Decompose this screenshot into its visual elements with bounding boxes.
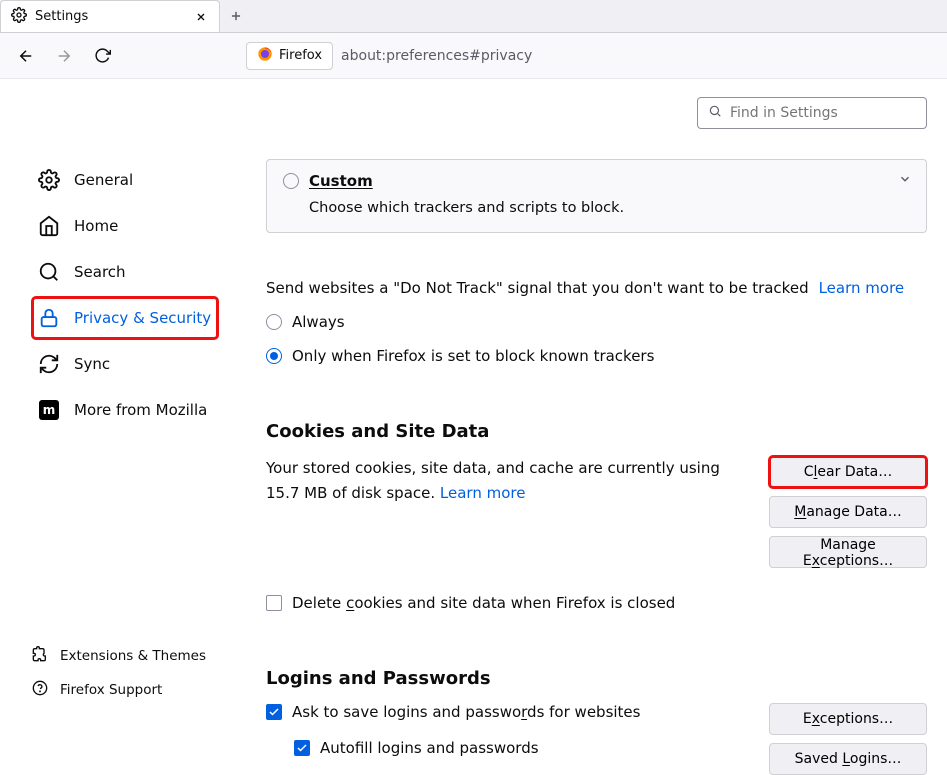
settings-main-panel: Custom Choose which trackers and scripts… (236, 159, 947, 775)
sidebar-bottom-label: Firefox Support (60, 682, 162, 698)
cookies-learn-more-link[interactable]: Learn more (440, 484, 526, 502)
identity-box[interactable]: Firefox (246, 42, 333, 70)
mozilla-icon: m (38, 399, 60, 421)
logins-exceptions-button[interactable]: Exceptions… (769, 703, 927, 735)
find-in-settings-box[interactable] (697, 97, 927, 129)
settings-sidebar: General Home Search Privacy & Security (0, 159, 236, 775)
sync-icon (38, 353, 60, 375)
gear-icon (38, 169, 60, 191)
clear-data-button[interactable]: Clear Data… (769, 456, 927, 488)
sidebar-item-label: Search (74, 263, 126, 281)
checkbox-delete-on-close[interactable] (266, 595, 282, 611)
sidebar-bottom-label: Extensions & Themes (60, 648, 206, 664)
dnt-only-label: Only when Firefox is set to block known … (292, 347, 654, 365)
sidebar-item-label: Sync (74, 355, 110, 373)
sidebar-item-home[interactable]: Home (32, 205, 224, 247)
manage-exceptions-button[interactable]: Manage Exceptions… (769, 536, 927, 568)
reload-button[interactable] (88, 42, 116, 70)
back-button[interactable] (12, 42, 40, 70)
sidebar-item-more-mozilla[interactable]: m More from Mozilla (32, 389, 224, 431)
sidebar-firefox-support[interactable]: Firefox Support (32, 673, 206, 707)
search-icon (38, 261, 60, 283)
help-icon (32, 680, 48, 700)
firefox-icon (257, 46, 273, 66)
sidebar-item-general[interactable]: General (32, 159, 224, 201)
url-text: about:preferences#privacy (341, 48, 532, 64)
sidebar-item-label: Privacy & Security (74, 309, 211, 327)
sidebar-item-search[interactable]: Search (32, 251, 224, 293)
lock-icon (38, 307, 60, 329)
chevron-down-icon[interactable] (898, 172, 912, 190)
radio-dnt-always[interactable] (266, 314, 282, 330)
puzzle-icon (32, 646, 48, 666)
delete-on-close-label: Delete cookies and site data when Firefo… (292, 594, 675, 612)
nav-toolbar: Firefox about:preferences#privacy (0, 33, 947, 79)
checkbox-ask-save-logins[interactable] (266, 704, 282, 720)
sidebar-item-privacy[interactable]: Privacy & Security (32, 297, 218, 339)
search-icon (708, 104, 722, 122)
home-icon (38, 215, 60, 237)
settings-content: General Home Search Privacy & Security (0, 79, 947, 721)
new-tab-button[interactable] (220, 0, 252, 32)
tab-bar: Settings (0, 0, 947, 33)
cookies-heading: Cookies and Site Data (266, 421, 927, 442)
custom-description: Choose which trackers and scripts to blo… (309, 200, 910, 216)
sidebar-item-label: General (74, 171, 133, 189)
url-bar[interactable]: Firefox about:preferences#privacy (246, 42, 532, 70)
sidebar-item-label: More from Mozilla (74, 401, 207, 419)
browser-tab-settings[interactable]: Settings (0, 0, 220, 32)
tab-title: Settings (35, 9, 185, 24)
identity-label: Firefox (279, 48, 322, 63)
dnt-always-label: Always (292, 313, 345, 331)
search-input[interactable] (730, 105, 916, 121)
manage-data-button[interactable]: Manage Data… (769, 496, 927, 528)
logins-heading: Logins and Passwords (266, 668, 927, 689)
radio-dnt-only-blocking[interactable] (266, 348, 282, 364)
gear-icon (11, 7, 27, 27)
cookies-description: Your stored cookies, site data, and cach… (266, 456, 751, 568)
sidebar-item-sync[interactable]: Sync (32, 343, 224, 385)
radio-custom[interactable] (283, 173, 299, 189)
dnt-text: Send websites a "Do Not Track" signal th… (266, 279, 809, 297)
sidebar-item-label: Home (74, 217, 118, 235)
forward-button[interactable] (50, 42, 78, 70)
ask-save-logins-label: Ask to save logins and passwords for web… (292, 703, 640, 721)
tracking-custom-option[interactable]: Custom Choose which trackers and scripts… (266, 159, 927, 233)
custom-title: Custom (309, 172, 373, 190)
sidebar-extensions-themes[interactable]: Extensions & Themes (32, 639, 206, 673)
close-tab-button[interactable] (193, 9, 209, 25)
autofill-logins-label: Autofill logins and passwords (320, 739, 539, 757)
saved-logins-button[interactable]: Saved Logins… (769, 743, 927, 775)
dnt-learn-more-link[interactable]: Learn more (819, 279, 905, 297)
checkbox-autofill-logins[interactable] (294, 740, 310, 756)
